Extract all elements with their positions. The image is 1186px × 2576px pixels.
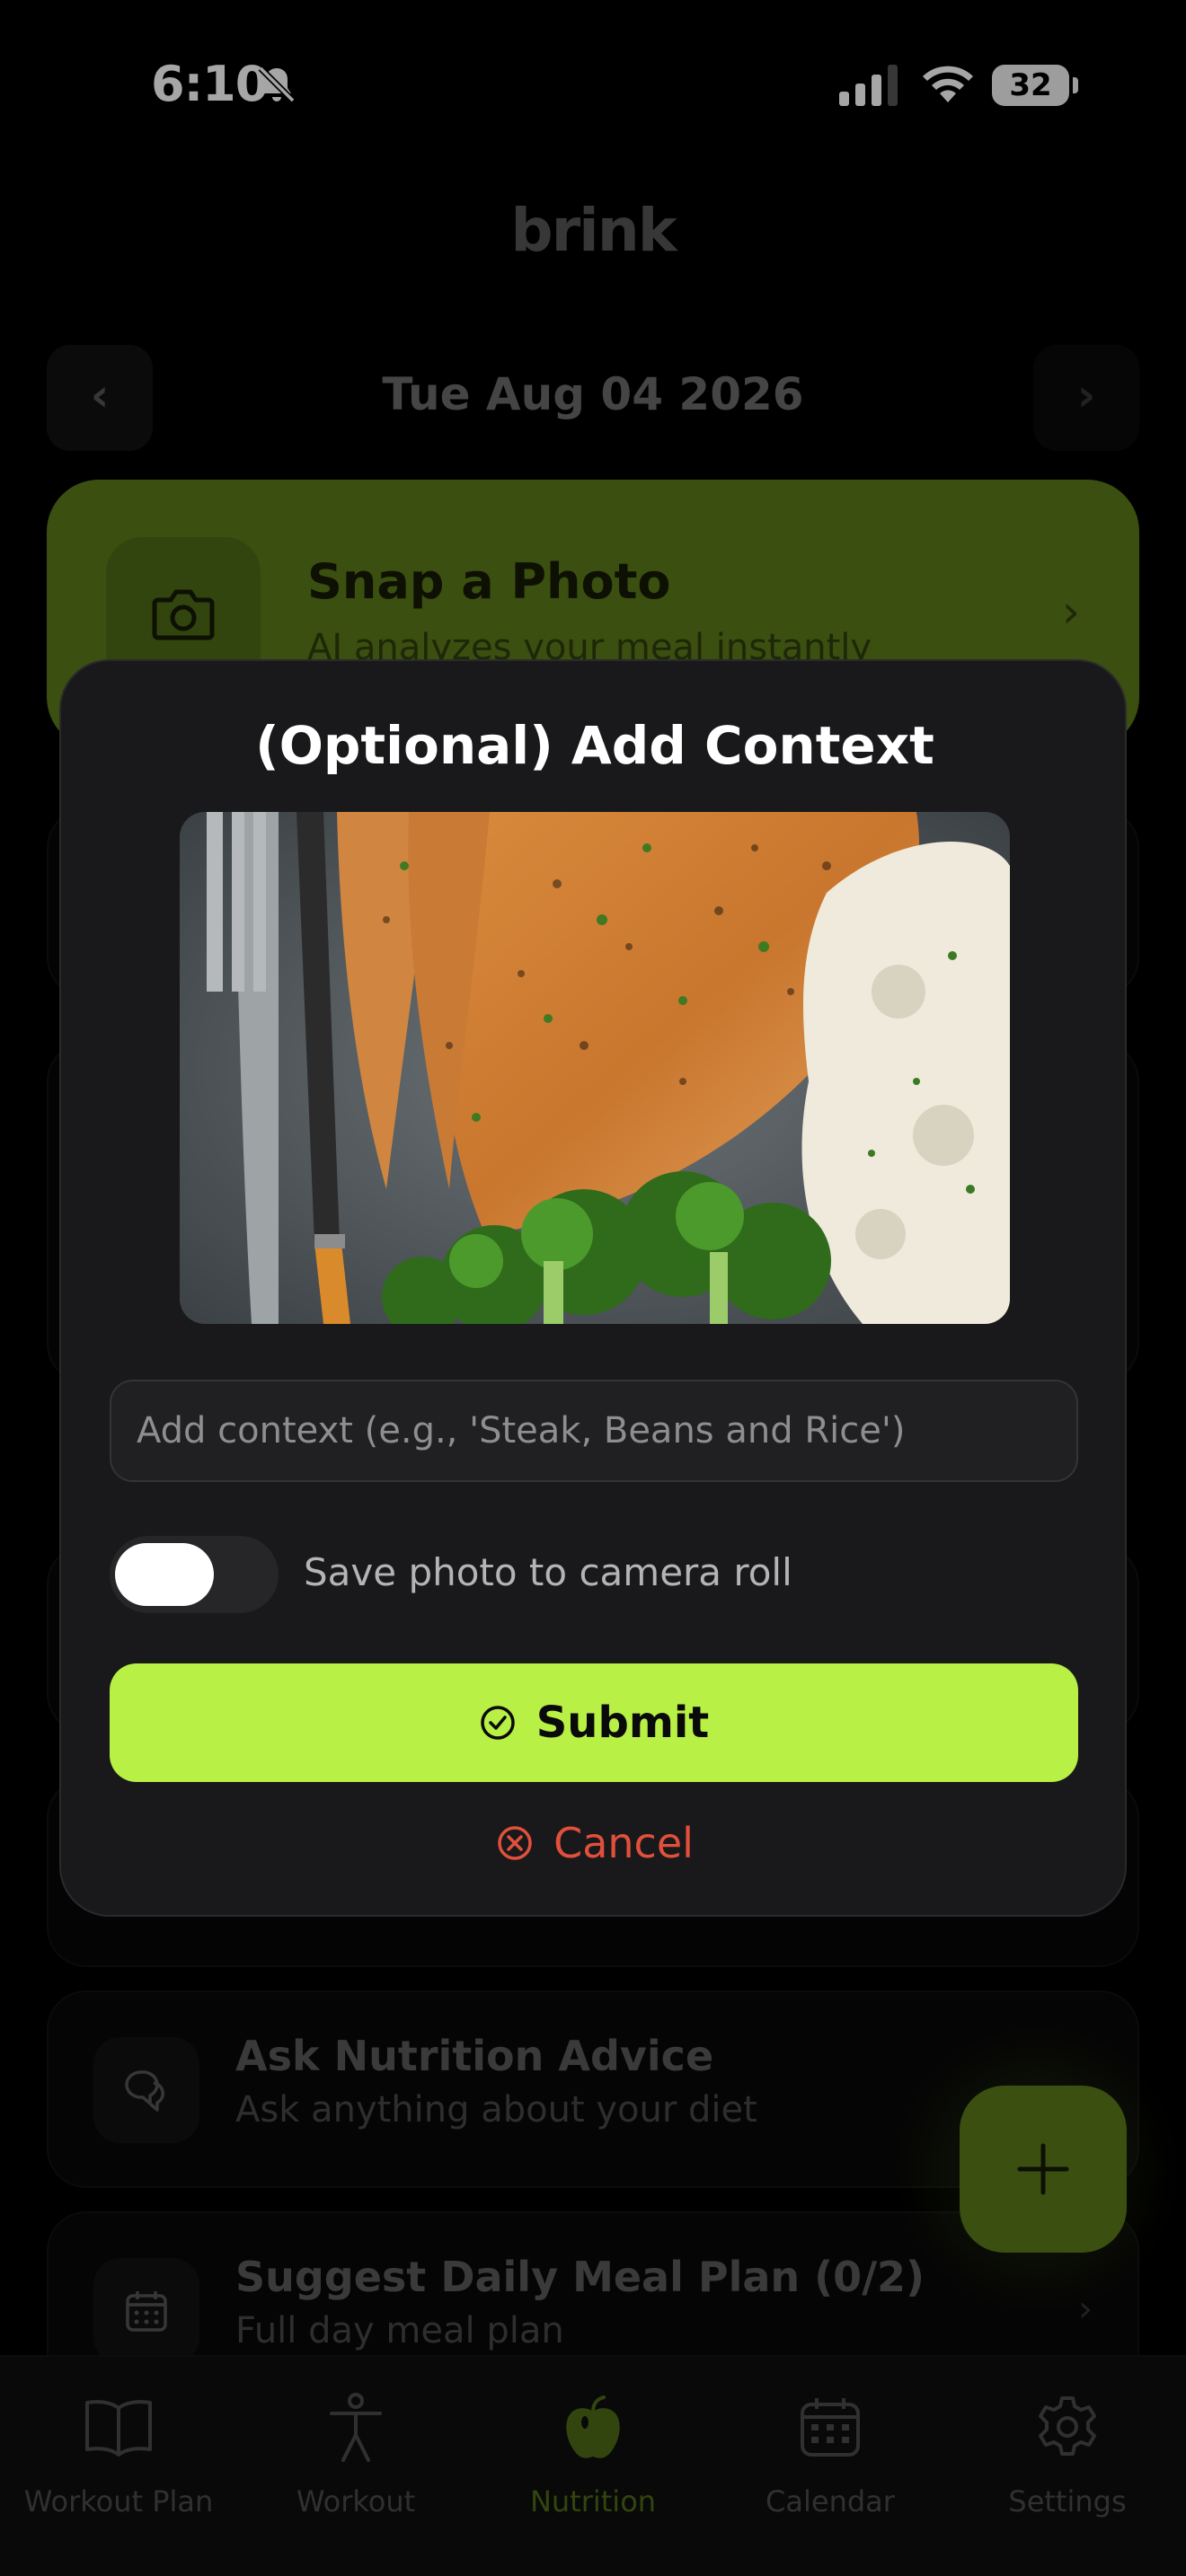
cancel-label: Cancel	[553, 1819, 694, 1867]
cancel-button[interactable]: Cancel	[403, 1807, 787, 1879]
save-photo-toggle[interactable]	[110, 1536, 279, 1613]
add-context-dialog: (Optional) Add Context Add context (e.g.…	[59, 659, 1127, 1917]
dialog-title: (Optional) Add Context	[255, 715, 934, 776]
meal-photo	[180, 812, 1010, 1324]
save-photo-label: Save photo to camera roll	[304, 1550, 792, 1594]
toggle-knob	[115, 1543, 214, 1606]
submit-label: Submit	[535, 1698, 710, 1748]
submit-button[interactable]: Submit	[110, 1663, 1078, 1782]
check-circle-icon	[480, 1706, 515, 1740]
x-circle-icon	[498, 1826, 532, 1860]
context-input[interactable]	[110, 1380, 1078, 1482]
